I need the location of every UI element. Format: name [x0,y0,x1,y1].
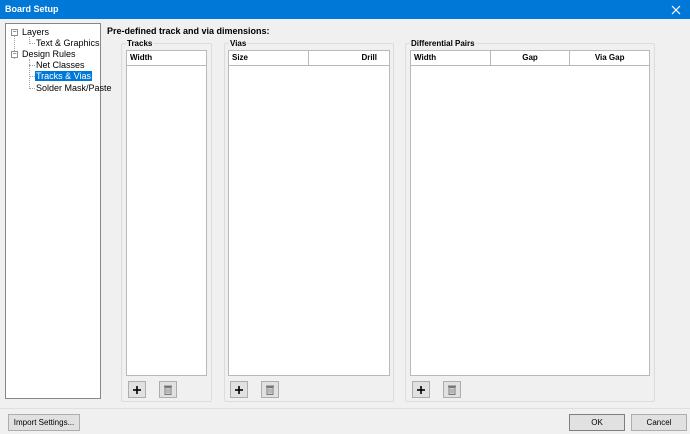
plus-icon [133,385,141,394]
footer-divider [0,408,690,409]
differential-pairs-group-label: Differential Pairs [410,39,476,48]
settings-tree[interactable]: − Layers Text & Graphics − Design Rules … [5,23,112,399]
column-header-width[interactable]: Width [127,51,206,65]
tree-connector [29,65,35,66]
tree-item-text-graphics[interactable]: Text & Graphics [36,38,100,49]
plus-icon [235,385,243,394]
plus-icon [417,385,425,394]
collapse-design-rules-icon[interactable]: − [11,51,18,58]
differential-pairs-grid-header: Width Gap Via Gap [411,51,649,66]
add-track-button[interactable] [128,381,146,398]
delete-track-button[interactable] [159,381,177,398]
close-icon [671,5,681,14]
tree-connector [29,88,35,89]
tree-item-solder-mask[interactable]: Solder Mask/Paste [36,83,112,94]
delete-differential-pair-button[interactable] [443,381,461,398]
tree-connector [29,59,30,89]
window-title: Board Setup [5,4,59,14]
import-settings-button[interactable]: Import Settings... [8,414,80,431]
add-differential-pair-button[interactable] [412,381,430,398]
collapse-layers-icon[interactable]: − [11,29,18,36]
column-header-gap[interactable]: Gap [491,51,571,65]
page-heading: Pre-defined track and via dimensions: [107,26,270,36]
differential-pairs-group: Differential Pairs Width Gap Via Gap [405,39,655,402]
tracks-grid[interactable]: Width [126,50,207,376]
tracks-group: Tracks Width [121,39,212,402]
add-via-button[interactable] [230,381,248,398]
tree-connector [29,43,35,44]
column-header-size[interactable]: Size [229,51,310,65]
tracks-group-label: Tracks [126,39,154,48]
delete-via-button[interactable] [261,381,279,398]
tracks-grid-header: Width [127,51,206,66]
vias-grid[interactable]: Size Drill [228,50,390,376]
cancel-button[interactable]: Cancel [631,414,687,431]
trash-icon [164,385,172,395]
vias-group-label: Vias [229,39,248,48]
title-bar: Board Setup [0,0,690,19]
column-header-width[interactable]: Width [411,51,491,65]
tree-item-layers[interactable]: Layers [22,27,49,38]
trash-icon [266,385,274,395]
vias-grid-header: Size Drill [229,51,389,66]
close-button[interactable] [662,0,690,19]
differential-pairs-grid[interactable]: Width Gap Via Gap [410,50,650,376]
column-header-drill[interactable]: Drill [309,51,389,65]
tree-item-tracks-vias[interactable]: Tracks & Vias [35,71,93,82]
tree-item-net-classes[interactable]: Net Classes [36,60,85,71]
column-header-via-gap[interactable]: Via Gap [570,51,649,65]
vias-group: Vias Size Drill [224,39,394,402]
trash-icon [448,385,456,395]
tree-item-design-rules[interactable]: Design Rules [22,49,76,60]
ok-button[interactable]: OK [569,414,625,431]
